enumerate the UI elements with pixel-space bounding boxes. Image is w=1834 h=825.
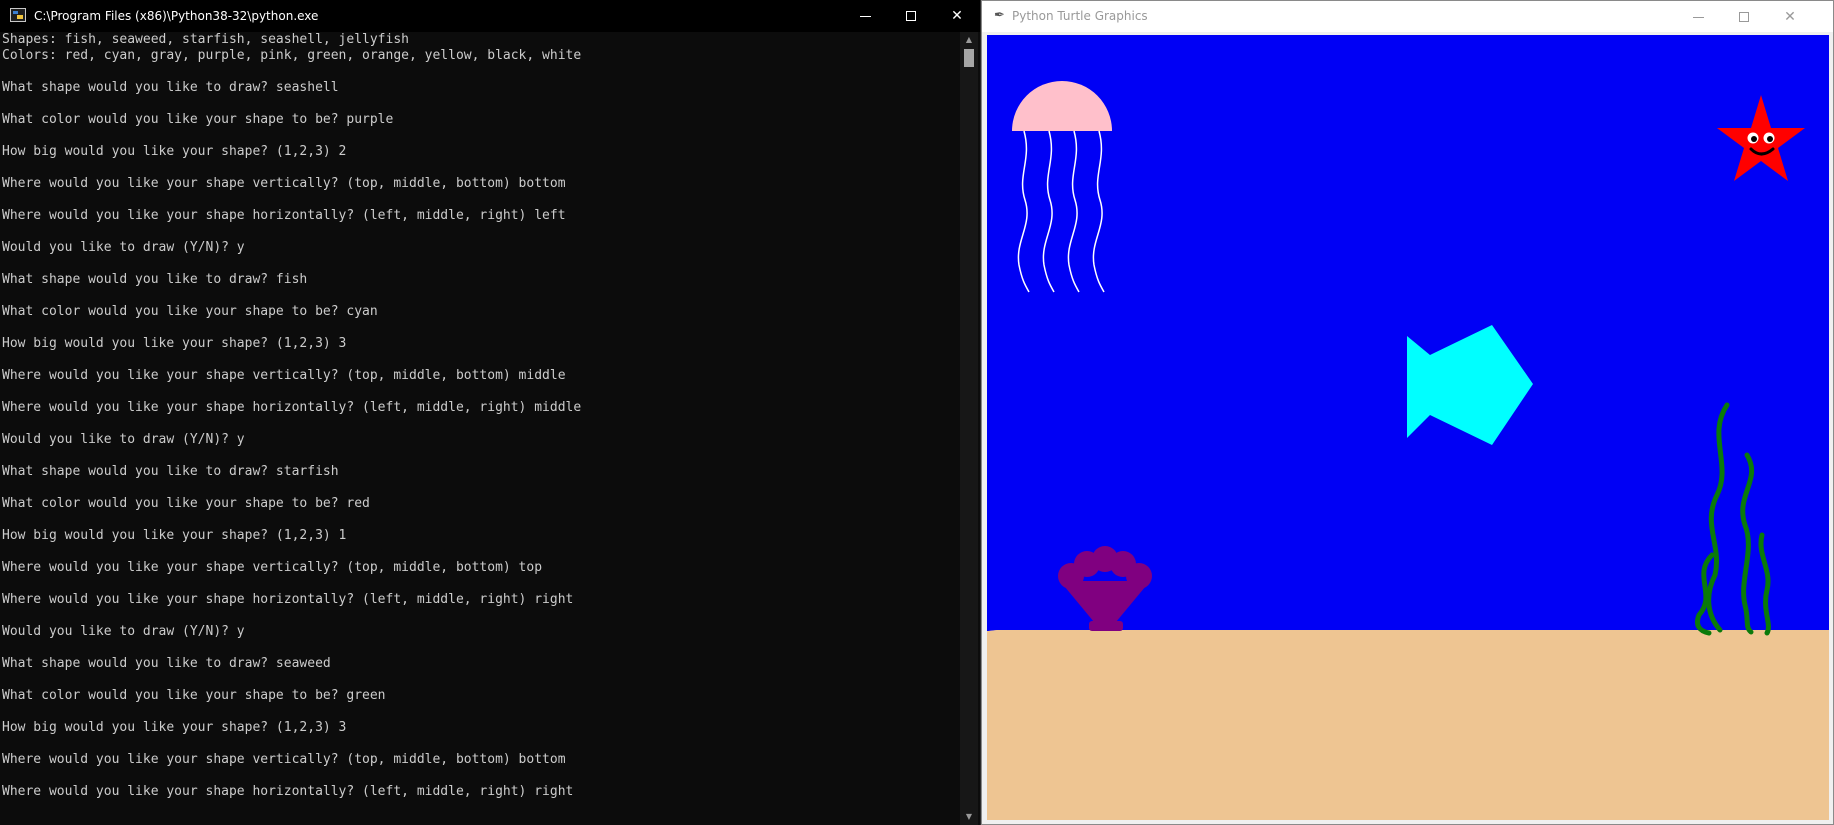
close-icon: ✕ [951,8,963,24]
console-window[interactable]: C:\Program Files (x86)\Python38-32\pytho… [0,0,981,825]
close-icon: ✕ [1784,9,1796,25]
scroll-up-icon[interactable]: ▲ [960,32,978,48]
console-line: What color would you like your shape to … [2,688,386,703]
console-line: What shape would you like to draw? seash… [2,80,339,95]
console-title: C:\Program Files (x86)\Python38-32\pytho… [34,9,319,23]
ocean-scene [987,35,1829,820]
console-line: Where would you like your shape vertical… [2,752,566,767]
console-line: How big would you like your shape? (1,2,… [2,144,347,159]
minimize-button[interactable] [1675,1,1721,33]
minimize-icon [859,15,871,17]
console-line: What shape would you like to draw? fish [2,272,308,287]
minimize-button[interactable] [842,0,888,32]
console-line: Would you like to draw (Y/N)? y [2,240,245,255]
console-line: Where would you like your shape vertical… [2,368,566,383]
minimize-icon [1692,16,1704,18]
console-line: How big would you like your shape? (1,2,… [2,336,347,351]
turtle-window[interactable]: ✒ Python Turtle Graphics ✕ [981,0,1834,825]
scroll-down-icon[interactable]: ▼ [960,809,978,825]
console-line: Where would you like your shape vertical… [2,560,543,575]
console-line: Where would you like your shape horizont… [2,400,582,415]
turtle-canvas[interactable] [987,35,1829,820]
console-line: Where would you like your shape horizont… [2,208,566,223]
seashell-hinge [1089,621,1123,631]
feather-icon: ✒ [994,8,1005,23]
sand-floor [987,630,1829,820]
turtle-titlebar[interactable]: ✒ Python Turtle Graphics ✕ [982,1,1833,32]
maximize-icon [1739,12,1749,22]
starfish-pupil [1751,136,1757,142]
scroll-thumb[interactable] [964,49,974,67]
console-line: What color would you like your shape to … [2,112,394,127]
console-line: Where would you like your shape vertical… [2,176,566,191]
console-line: How big would you like your shape? (1,2,… [2,528,347,543]
console-line: Would you like to draw (Y/N)? y [2,624,245,639]
console-line: What color would you like your shape to … [2,304,378,319]
console-line: Colors: red, cyan, gray, purple, pink, g… [2,48,582,63]
console-line: How big would you like your shape? (1,2,… [2,720,347,735]
close-button[interactable]: ✕ [1767,1,1813,33]
maximize-button[interactable] [1721,1,1767,33]
starfish-pupil [1767,136,1773,142]
console-line: What shape would you like to draw? seawe… [2,656,331,671]
console-app-icon [10,8,26,22]
maximize-button[interactable] [888,0,934,32]
console-output[interactable]: Shapes: fish, seaweed, starfish, seashel… [0,32,960,825]
turtle-title: Python Turtle Graphics [1012,9,1148,23]
maximize-icon [906,11,916,21]
console-line: What shape would you like to draw? starf… [2,464,339,479]
console-line: Where would you like your shape horizont… [2,784,574,799]
console-line: What color would you like your shape to … [2,496,370,511]
console-line: Shapes: fish, seaweed, starfish, seashel… [2,32,409,47]
console-line: Would you like to draw (Y/N)? y [2,432,245,447]
console-line: Where would you like your shape horizont… [2,592,574,607]
console-titlebar[interactable]: C:\Program Files (x86)\Python38-32\pytho… [0,0,980,32]
close-button[interactable]: ✕ [934,0,980,32]
console-scrollbar[interactable]: ▲ ▼ [960,32,978,825]
